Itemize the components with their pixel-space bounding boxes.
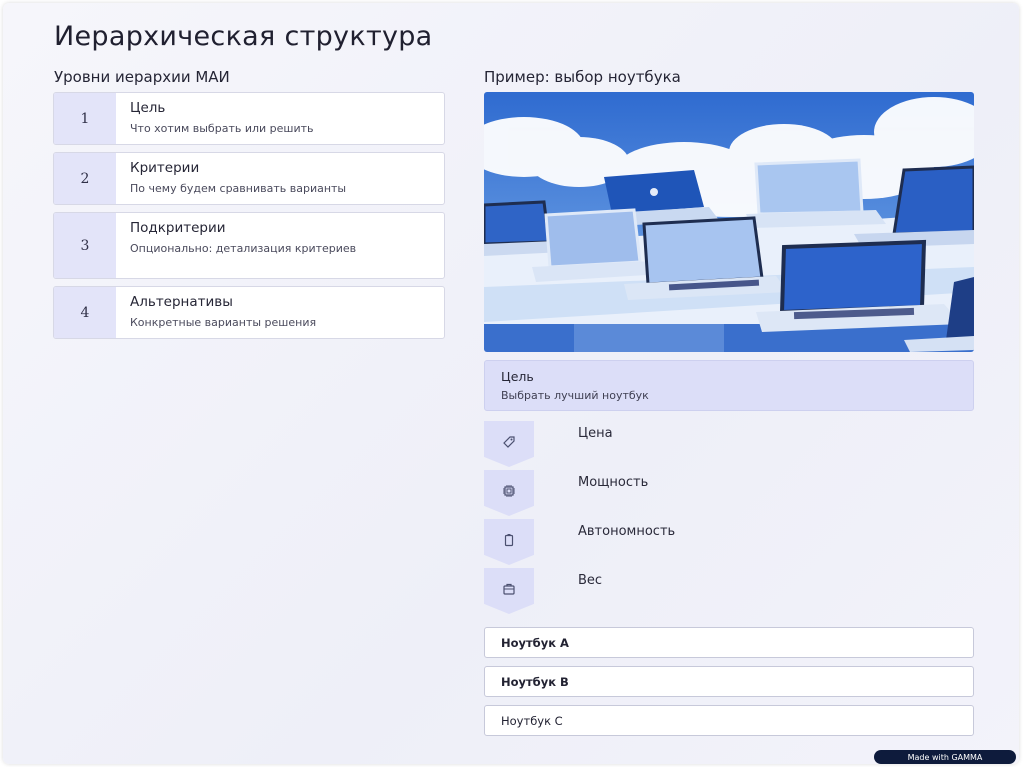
level-number: 4	[54, 287, 116, 338]
criterion-label: Мощность	[578, 475, 649, 490]
alternative-card: Ноутбук B	[484, 666, 974, 697]
slide: Иерархическая структура Уровни иерархии …	[3, 3, 1019, 764]
level-card: 4 Альтернативы Конкретные варианты решен…	[53, 286, 445, 339]
level-title: Критерии	[130, 160, 200, 176]
level-description: По чему будем сравнивать варианты	[130, 182, 347, 195]
criterion-label: Вес	[578, 573, 603, 588]
weight-icon	[503, 583, 515, 595]
page-title: Иерархическая структура	[54, 21, 433, 52]
level-number: 1	[54, 93, 116, 144]
level-card: 1 Цель Что хотим выбрать или решить	[53, 92, 445, 145]
goal-description: Выбрать лучший ноутбук	[501, 389, 649, 402]
level-description: Конкретные варианты решения	[130, 316, 317, 329]
battery-icon	[504, 534, 514, 547]
criterion-label: Автономность	[578, 524, 676, 539]
made-with-gamma-badge[interactable]: Made with GAMMA	[874, 750, 1016, 764]
criterion-row: Автономность	[484, 519, 974, 565]
laptops-illustration	[484, 92, 974, 352]
level-title: Цель	[130, 100, 166, 116]
criterion-chevron	[484, 568, 534, 614]
criterion-row: Вес	[484, 568, 974, 614]
level-description: Опционально: детализация критериев	[130, 242, 357, 255]
laptops-image	[484, 92, 974, 352]
alternative-card: Ноутбук A	[484, 627, 974, 658]
goal-title: Цель	[501, 369, 534, 384]
criterion-chevron	[484, 470, 534, 516]
criterion-chevron	[484, 421, 534, 467]
levels-heading: Уровни иерархии МАИ	[54, 68, 230, 86]
level-title: Подкритерии	[130, 220, 226, 236]
level-number: 2	[54, 153, 116, 204]
level-title: Альтернативы	[130, 294, 233, 310]
example-heading: Пример: выбор ноутбука	[484, 68, 681, 86]
criterion-row: Цена	[484, 421, 974, 467]
cpu-chip-icon	[503, 485, 515, 497]
level-card: 2 Критерии По чему будем сравнивать вари…	[53, 152, 445, 205]
level-description: Что хотим выбрать или решить	[130, 122, 314, 135]
level-number: 3	[54, 213, 116, 278]
criterion-row: Мощность	[484, 470, 974, 516]
goal-box: Цель Выбрать лучший ноутбук	[484, 360, 974, 411]
level-card: 3 Подкритерии Опционально: детализация к…	[53, 212, 445, 279]
alternative-card: Ноутбук C	[484, 705, 974, 736]
price-tag-icon	[503, 436, 515, 448]
criterion-label: Цена	[578, 426, 613, 441]
criterion-chevron	[484, 519, 534, 565]
